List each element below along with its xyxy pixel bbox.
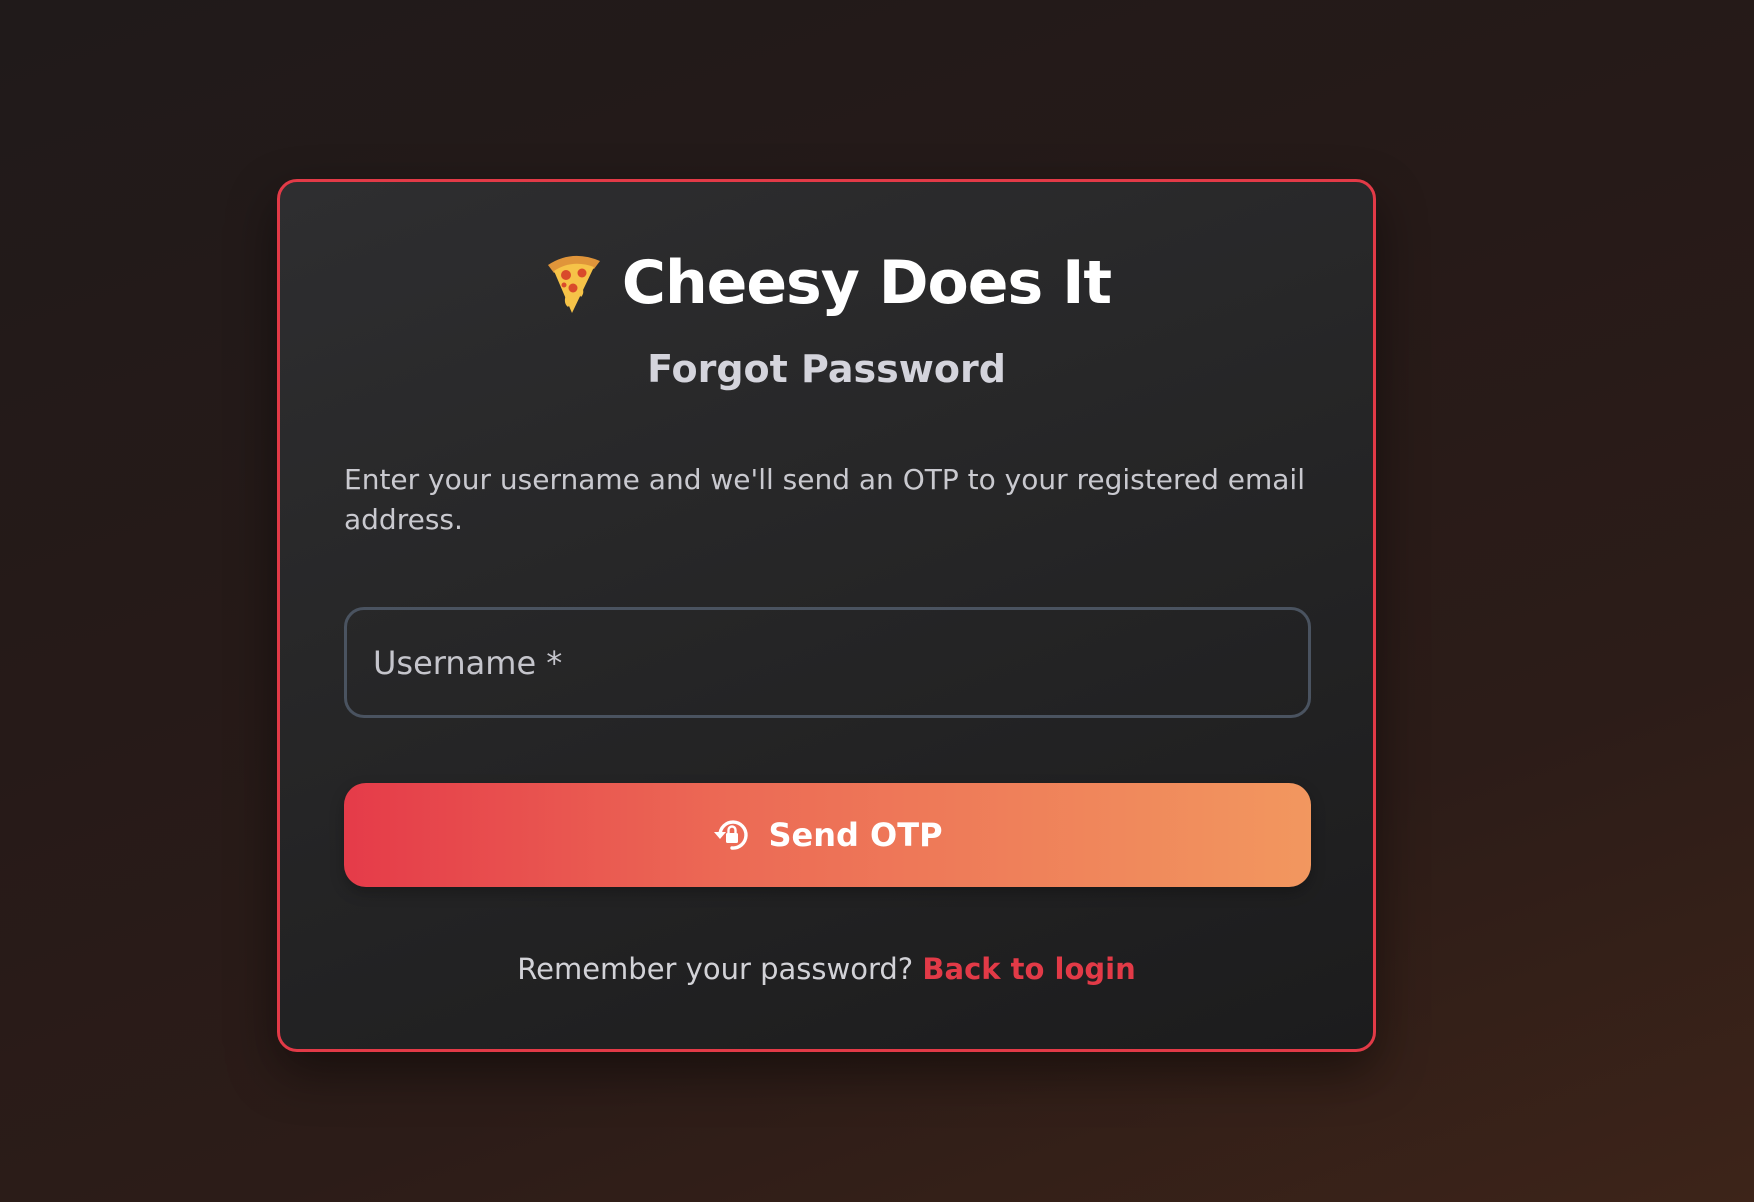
back-to-login-row: Remember your password? Back to login	[280, 952, 1373, 986]
pizza-icon	[542, 247, 606, 319]
send-otp-label: Send OTP	[768, 816, 943, 854]
lock-reset-icon	[712, 815, 752, 855]
back-to-login-link[interactable]: Back to login	[922, 952, 1135, 986]
username-field[interactable]: Username *	[344, 607, 1311, 718]
brand-header: Cheesy Does It	[280, 247, 1373, 319]
forgot-password-card: Cheesy Does It Forgot Password Enter you…	[277, 179, 1376, 1052]
page-subtitle: Forgot Password	[647, 347, 1006, 391]
send-otp-button[interactable]: Send OTP	[344, 783, 1311, 887]
remember-password-text: Remember your password?	[517, 952, 914, 986]
instructions-text: Enter your username and we'll send an OT…	[344, 463, 1305, 536]
brand-title: Cheesy Does It	[621, 248, 1112, 318]
username-input[interactable]	[347, 610, 1308, 715]
